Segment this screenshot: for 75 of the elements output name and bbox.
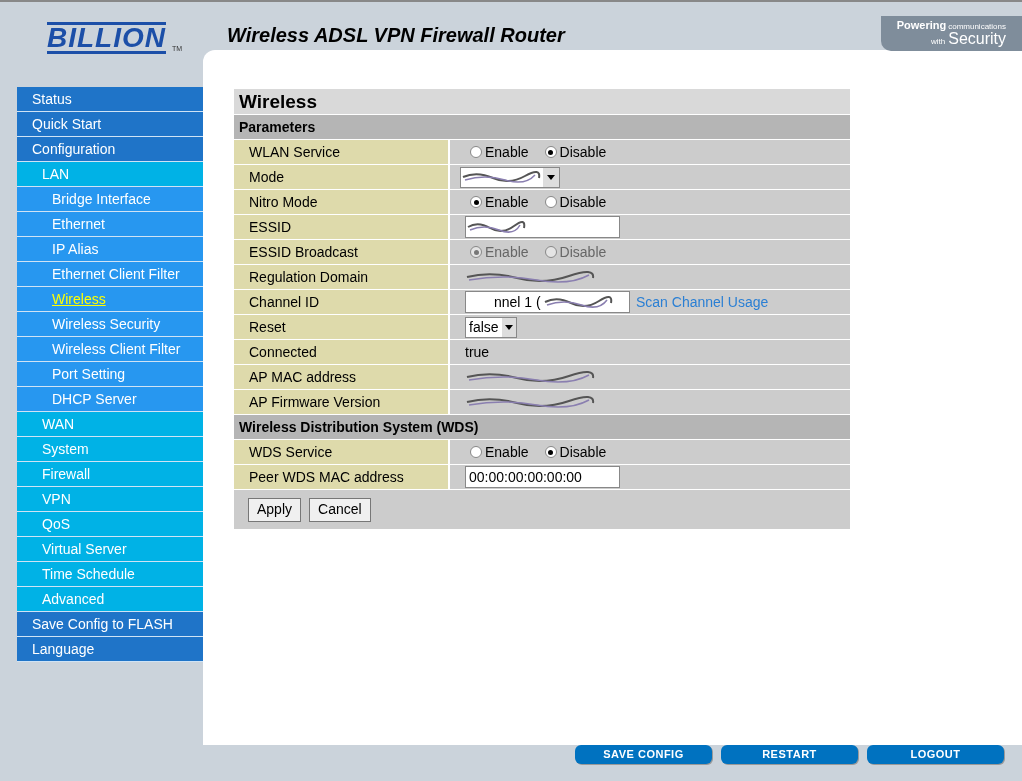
sidebar-item[interactable]: Wireless bbox=[17, 287, 203, 312]
tagline-text: with bbox=[930, 38, 946, 46]
sidebar-item[interactable]: Advanced bbox=[17, 587, 203, 612]
logo: BILLION bbox=[47, 22, 166, 54]
sidebar-item[interactable]: IP Alias bbox=[17, 237, 203, 262]
radio-label: Enable bbox=[485, 242, 529, 262]
sidebar-item[interactable]: Wireless Security bbox=[17, 312, 203, 337]
sidebar-item[interactable]: Quick Start bbox=[17, 112, 203, 137]
sidebar-item[interactable]: Ethernet Client Filter bbox=[17, 262, 203, 287]
dropdown[interactable]: nnel 1 ( bbox=[465, 291, 630, 313]
field-label: Regulation Domain bbox=[234, 265, 450, 289]
footer-button[interactable]: RESTART bbox=[721, 745, 858, 764]
tagline-text: Security bbox=[948, 31, 1006, 47]
sidebar-item[interactable]: Language bbox=[17, 637, 203, 662]
sidebar-item[interactable]: System bbox=[17, 437, 203, 462]
caret-icon bbox=[505, 324, 513, 330]
sidebar-item[interactable]: LAN bbox=[17, 162, 203, 187]
value-text: true bbox=[465, 342, 490, 362]
footer-button[interactable]: SAVE CONFIG bbox=[575, 745, 712, 764]
footer-button[interactable]: LOGOUT bbox=[867, 745, 1004, 764]
field-label: ESSID Broadcast bbox=[234, 240, 450, 264]
section-header: Parameters bbox=[234, 114, 850, 139]
sidebar-item[interactable]: WAN bbox=[17, 412, 203, 437]
sidebar-item[interactable]: Status bbox=[17, 87, 203, 112]
radio-label: Enable bbox=[485, 442, 529, 462]
input-field[interactable]: 00:00:00:00:00:00 bbox=[465, 466, 620, 488]
form-button[interactable]: Apply bbox=[248, 497, 302, 522]
section-header: Wireless Distribution System (WDS) bbox=[234, 414, 850, 439]
field-label: AP MAC address bbox=[234, 365, 450, 389]
field-label: Reset bbox=[234, 315, 450, 339]
radio-button[interactable] bbox=[470, 146, 482, 158]
dropdown[interactable] bbox=[460, 166, 560, 188]
radio-label: Disable bbox=[559, 442, 607, 462]
page-title: Wireless ADSL VPN Firewall Router bbox=[227, 23, 565, 48]
field-label: Peer WDS MAC address bbox=[234, 465, 450, 489]
field-label: WDS Service bbox=[234, 440, 450, 464]
radio-button[interactable] bbox=[470, 196, 482, 208]
radio-label: Enable bbox=[485, 142, 529, 162]
sidebar-item[interactable]: Time Schedule bbox=[17, 562, 203, 587]
caret-icon bbox=[547, 174, 555, 180]
field-label: Mode bbox=[234, 165, 450, 189]
sidebar-item[interactable]: Virtual Server bbox=[17, 537, 203, 562]
radio-button[interactable] bbox=[470, 446, 482, 458]
tagline-text: Powering bbox=[896, 20, 947, 31]
field-label: Nitro Mode bbox=[234, 190, 450, 214]
radio-label: Disable bbox=[559, 242, 607, 262]
field-label: Channel ID bbox=[234, 290, 450, 314]
radio-label: Disable bbox=[559, 142, 607, 162]
sidebar-item[interactable]: Wireless Client Filter bbox=[17, 337, 203, 362]
sidebar-item[interactable]: Bridge Interface bbox=[17, 187, 203, 212]
field-label: Connected bbox=[234, 340, 450, 364]
sidebar-item[interactable]: DHCP Server bbox=[17, 387, 203, 412]
dropdown[interactable]: false bbox=[465, 316, 517, 338]
form-button[interactable]: Cancel bbox=[309, 497, 371, 522]
radio-label: Enable bbox=[485, 192, 529, 212]
tagline-text: communications bbox=[948, 23, 1006, 31]
form-title: Wireless bbox=[234, 89, 850, 114]
sidebar-item[interactable]: QoS bbox=[17, 512, 203, 537]
redaction-scribble bbox=[466, 220, 526, 234]
sidebar-item[interactable]: Save Config to FLASH bbox=[17, 612, 203, 637]
sidebar-item[interactable]: VPN bbox=[17, 487, 203, 512]
sidebar-item[interactable]: Ethernet bbox=[17, 212, 203, 237]
radio-button[interactable] bbox=[544, 146, 557, 158]
sidebar-item[interactable]: Firewall bbox=[17, 462, 203, 487]
redaction-scribble bbox=[542, 295, 613, 309]
field-label: AP Firmware Version bbox=[234, 390, 450, 414]
radio-button[interactable] bbox=[544, 446, 557, 458]
input-field[interactable] bbox=[465, 216, 620, 238]
radio-label: Disable bbox=[559, 192, 607, 212]
field-label: WLAN Service bbox=[234, 140, 450, 164]
sidebar-item[interactable]: Configuration bbox=[17, 137, 203, 162]
radio-button[interactable] bbox=[544, 196, 557, 208]
field-label: ESSID bbox=[234, 215, 450, 239]
sidebar-item[interactable]: Port Setting bbox=[17, 362, 203, 387]
scan-channel-link[interactable]: Scan Channel Usage bbox=[636, 291, 769, 313]
